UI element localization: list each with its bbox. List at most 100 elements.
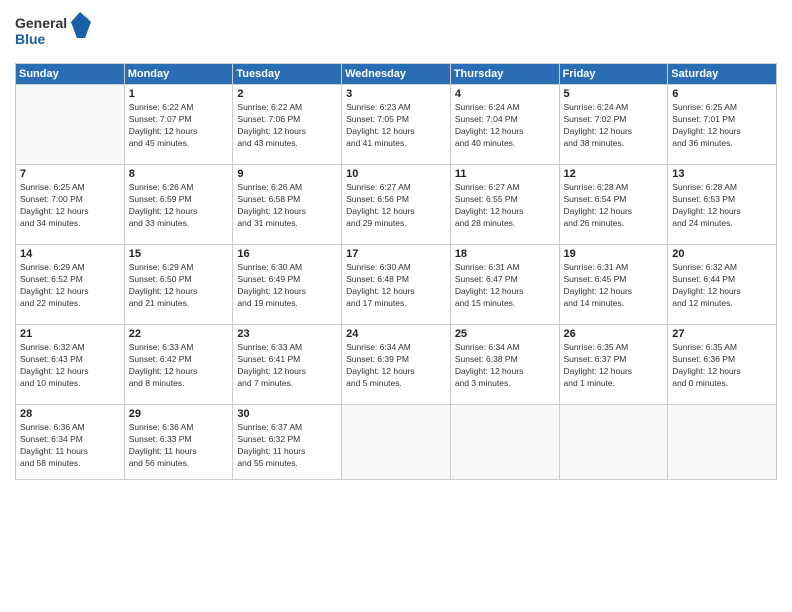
calendar-cell-day-9: 9 Sunrise: 6:26 AM Sunset: 6:58 PM Daylig… [233,165,342,245]
day-number: 7 [20,168,120,180]
calendar-cell-day-15: 15 Sunrise: 6:29 AM Sunset: 6:50 PM Dayli… [124,245,233,325]
calendar-cell-day-10: 10 Sunrise: 6:27 AM Sunset: 6:56 PM Dayli… [342,165,451,245]
calendar-week-row-4: 21 Sunrise: 6:32 AM Sunset: 6:43 PM Dayli… [16,325,777,405]
calendar-cell-day-12: 12 Sunrise: 6:28 AM Sunset: 6:54 PM Dayli… [559,165,668,245]
day-number: 24 [346,328,446,340]
day-info: Sunrise: 6:27 AM Sunset: 6:56 PM Dayligh… [346,182,446,230]
calendar-cell-day-13: 13 Sunrise: 6:28 AM Sunset: 6:53 PM Dayli… [668,165,777,245]
day-info: Sunrise: 6:22 AM Sunset: 7:06 PM Dayligh… [237,102,337,150]
day-number: 4 [455,88,555,100]
calendar-cell-day-17: 17Sunrise: 6:30 AM Sunset: 6:48 PM Dayli… [342,245,451,325]
calendar-cell-empty [559,405,668,480]
day-info: Sunrise: 6:36 AM Sunset: 6:33 PM Dayligh… [129,422,229,470]
day-info: Sunrise: 6:36 AM Sunset: 6:34 PM Dayligh… [20,422,120,470]
calendar-cell-day-7: 7Sunrise: 6:25 AM Sunset: 7:00 PM Daylig… [16,165,125,245]
day-number: 23 [237,328,337,340]
calendar-cell-empty [342,405,451,480]
calendar-cell-day-1: 1Sunrise: 6:22 AM Sunset: 7:07 PM Daylig… [124,85,233,165]
calendar-cell-day-24: 24 Sunrise: 6:34 AM Sunset: 6:39 PM Dayli… [342,325,451,405]
calendar-cell-day-29: 29 Sunrise: 6:36 AM Sunset: 6:33 PM Dayli… [124,405,233,480]
calendar-header-monday: Monday [124,64,233,85]
day-number: 15 [129,248,229,260]
day-info: Sunrise: 6:27 AM Sunset: 6:55 PM Dayligh… [455,182,555,230]
day-number: 9 [237,168,337,180]
calendar-cell-day-16: 16 Sunrise: 6:30 AM Sunset: 6:49 PM Dayli… [233,245,342,325]
calendar-cell-empty [668,405,777,480]
day-info: Sunrise: 6:33 AM Sunset: 6:42 PM Dayligh… [129,342,229,390]
day-number: 5 [564,88,664,100]
day-number: 19 [564,248,664,260]
day-info: Sunrise: 6:37 AM Sunset: 6:32 PM Dayligh… [237,422,337,470]
calendar-cell-day-11: 11Sunrise: 6:27 AM Sunset: 6:55 PM Dayli… [450,165,559,245]
day-number: 13 [672,168,772,180]
day-info: Sunrise: 6:34 AM Sunset: 6:38 PM Dayligh… [455,342,555,390]
calendar-cell-day-22: 22 Sunrise: 6:33 AM Sunset: 6:42 PM Dayli… [124,325,233,405]
day-info: Sunrise: 6:31 AM Sunset: 6:45 PM Dayligh… [564,262,664,310]
calendar-cell-day-6: 6 Sunrise: 6:25 AM Sunset: 7:01 PM Daylig… [668,85,777,165]
day-number: 29 [129,408,229,420]
calendar-cell-day-25: 25 Sunrise: 6:34 AM Sunset: 6:38 PM Dayli… [450,325,559,405]
calendar-cell-day-30: 30 Sunrise: 6:37 AM Sunset: 6:32 PM Dayli… [233,405,342,480]
day-info: Sunrise: 6:32 AM Sunset: 6:43 PM Dayligh… [20,342,120,390]
calendar-cell-empty [16,85,125,165]
day-info: Sunrise: 6:23 AM Sunset: 7:05 PM Dayligh… [346,102,446,150]
calendar-header-wednesday: Wednesday [342,64,451,85]
day-number: 26 [564,328,664,340]
svg-text:Blue: Blue [15,31,46,47]
day-info: Sunrise: 6:29 AM Sunset: 6:50 PM Dayligh… [129,262,229,310]
calendar-cell-day-23: 23 Sunrise: 6:33 AM Sunset: 6:41 PM Dayli… [233,325,342,405]
calendar-week-row-5: 28 Sunrise: 6:36 AM Sunset: 6:34 PM Dayli… [16,405,777,480]
calendar-header-sunday: Sunday [16,64,125,85]
day-info: Sunrise: 6:34 AM Sunset: 6:39 PM Dayligh… [346,342,446,390]
day-info: Sunrise: 6:26 AM Sunset: 6:59 PM Dayligh… [129,182,229,230]
day-number: 10 [346,168,446,180]
day-number: 21 [20,328,120,340]
calendar-cell-day-5: 5 Sunrise: 6:24 AM Sunset: 7:02 PM Daylig… [559,85,668,165]
day-info: Sunrise: 6:33 AM Sunset: 6:41 PM Dayligh… [237,342,337,390]
day-number: 16 [237,248,337,260]
calendar-cell-empty [450,405,559,480]
calendar-cell-day-18: 18 Sunrise: 6:31 AM Sunset: 6:47 PM Dayli… [450,245,559,325]
calendar-cell-day-4: 4 Sunrise: 6:24 AM Sunset: 7:04 PM Daylig… [450,85,559,165]
logo: General Blue [15,10,95,55]
calendar-cell-day-26: 26 Sunrise: 6:35 AM Sunset: 6:37 PM Dayli… [559,325,668,405]
day-info: Sunrise: 6:28 AM Sunset: 6:54 PM Dayligh… [564,182,664,230]
calendar-header-row: SundayMondayTuesdayWednesdayThursdayFrid… [16,64,777,85]
calendar-table: SundayMondayTuesdayWednesdayThursdayFrid… [15,63,777,480]
day-number: 6 [672,88,772,100]
day-number: 2 [237,88,337,100]
calendar-cell-day-27: 27 Sunrise: 6:35 AM Sunset: 6:36 PM Dayli… [668,325,777,405]
day-number: 1 [129,88,229,100]
day-number: 18 [455,248,555,260]
day-info: Sunrise: 6:25 AM Sunset: 7:01 PM Dayligh… [672,102,772,150]
calendar-cell-day-2: 2 Sunrise: 6:22 AM Sunset: 7:06 PM Daylig… [233,85,342,165]
svg-text:General: General [15,15,67,31]
day-number: 22 [129,328,229,340]
day-number: 25 [455,328,555,340]
day-number: 14 [20,248,120,260]
day-info: Sunrise: 6:24 AM Sunset: 7:04 PM Dayligh… [455,102,555,150]
day-number: 8 [129,168,229,180]
calendar-cell-day-8: 8 Sunrise: 6:26 AM Sunset: 6:59 PM Daylig… [124,165,233,245]
calendar-week-row-3: 14 Sunrise: 6:29 AM Sunset: 6:52 PM Dayli… [16,245,777,325]
day-info: Sunrise: 6:31 AM Sunset: 6:47 PM Dayligh… [455,262,555,310]
day-number: 28 [20,408,120,420]
calendar-header-thursday: Thursday [450,64,559,85]
day-info: Sunrise: 6:35 AM Sunset: 6:37 PM Dayligh… [564,342,664,390]
day-info: Sunrise: 6:24 AM Sunset: 7:02 PM Dayligh… [564,102,664,150]
day-number: 27 [672,328,772,340]
day-info: Sunrise: 6:32 AM Sunset: 6:44 PM Dayligh… [672,262,772,310]
day-info: Sunrise: 6:35 AM Sunset: 6:36 PM Dayligh… [672,342,772,390]
day-number: 12 [564,168,664,180]
day-info: Sunrise: 6:28 AM Sunset: 6:53 PM Dayligh… [672,182,772,230]
day-info: Sunrise: 6:26 AM Sunset: 6:58 PM Dayligh… [237,182,337,230]
calendar-cell-day-3: 3Sunrise: 6:23 AM Sunset: 7:05 PM Daylig… [342,85,451,165]
calendar-cell-day-14: 14 Sunrise: 6:29 AM Sunset: 6:52 PM Dayli… [16,245,125,325]
day-info: Sunrise: 6:29 AM Sunset: 6:52 PM Dayligh… [20,262,120,310]
day-info: Sunrise: 6:30 AM Sunset: 6:49 PM Dayligh… [237,262,337,310]
calendar-cell-day-20: 20Sunrise: 6:32 AM Sunset: 6:44 PM Dayli… [668,245,777,325]
day-number: 17 [346,248,446,260]
day-number: 30 [237,408,337,420]
calendar-header-saturday: Saturday [668,64,777,85]
calendar-header-tuesday: Tuesday [233,64,342,85]
